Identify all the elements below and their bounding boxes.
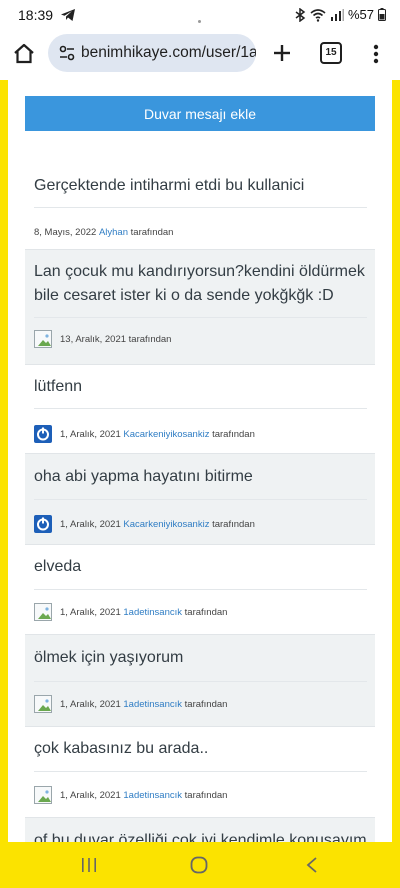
signal-icon — [330, 8, 344, 21]
tab-switcher-button[interactable]: 15 — [320, 42, 342, 64]
message-meta: 1, Aralık, 2021 Kacarkeniyikosankiz tara… — [34, 515, 255, 533]
wall-message: lütfenn 1, Aralık, 2021 Kacarkeniyikosan… — [25, 365, 375, 454]
by-label: tarafından — [212, 428, 255, 440]
divider — [34, 207, 367, 208]
message-date: 13, Aralık, 2021 — [60, 333, 127, 345]
divider — [34, 317, 367, 318]
divider — [34, 681, 367, 682]
broken-image-icon[interactable] — [34, 786, 52, 804]
page-frame: Duvar mesajı ekle Gerçektende intiharmi … — [0, 80, 400, 842]
site-settings-icon[interactable] — [58, 44, 76, 62]
by-label: tarafından — [212, 518, 255, 530]
message-text: oha abi yapma hayatını bitirme — [34, 468, 253, 485]
message-text: lütfenn — [34, 378, 83, 395]
battery-icon — [378, 8, 386, 21]
message-meta: 1, Aralık, 2021 1adetinsancık tarafından — [34, 786, 227, 804]
home-icon[interactable] — [12, 42, 36, 66]
clock: 18:39 — [18, 7, 54, 23]
author-link[interactable]: 1adetinsancık — [123, 790, 182, 801]
recent-apps-icon[interactable] — [80, 857, 98, 873]
battery-percent: %57 — [347, 7, 374, 22]
divider — [34, 589, 367, 590]
message-text: çok kabasınız bu arada.. — [34, 740, 209, 757]
message-meta: 1, Aralık, 2021 1adetinsancık tarafından — [34, 695, 227, 713]
message-date: 1, Aralık, 2021 — [60, 789, 121, 801]
status-bar: 18:39 %57 — [0, 0, 400, 32]
system-nav-bar — [0, 842, 400, 888]
message-date: 1, Aralık, 2021 — [60, 698, 121, 710]
url-text[interactable]: benimhikaye.com/user/1ade — [81, 44, 256, 62]
by-label: tarafından — [130, 227, 174, 238]
bluetooth-icon — [295, 7, 306, 22]
message-meta: 8, Mayıs, 2022 Alyhan tarafından — [34, 227, 173, 238]
divider — [34, 499, 367, 500]
camera-dot — [198, 20, 201, 23]
author-link[interactable]: Kacarkeniyikosankiz — [123, 429, 209, 440]
author-link[interactable]: 1adetinsancık — [123, 607, 182, 618]
by-label: tarafından — [184, 606, 228, 618]
wall-message: oha abi yapma hayatını bitirme 1, Aralık… — [25, 454, 375, 545]
message-meta: 1, Aralık, 2021 1adetinsancık tarafından — [34, 603, 227, 621]
message-date: 1, Aralık, 2021 — [60, 518, 121, 530]
message-meta: 13, Aralık, 2021 tarafından — [34, 330, 171, 348]
divider — [34, 771, 367, 772]
message-text: of bu duvar özelliği çok iyi kendimle ko… — [34, 832, 367, 842]
by-label: tarafından — [184, 789, 228, 801]
by-label: tarafından — [184, 698, 228, 710]
author-link[interactable]: Kacarkeniyikosankiz — [123, 519, 209, 530]
wall-message: Lan çocuk mu kandırıyorsun?kendini öldür… — [25, 250, 375, 365]
home-nav-icon[interactable] — [190, 856, 208, 874]
wall-content: Duvar mesajı ekle Gerçektende intiharmi … — [8, 80, 392, 842]
by-label: tarafından — [128, 333, 172, 345]
address-bar[interactable]: benimhikaye.com/user/1ade — [48, 34, 256, 72]
telegram-icon — [61, 9, 75, 21]
more-menu-icon[interactable] — [368, 42, 384, 66]
broken-image-icon[interactable] — [34, 603, 52, 621]
author-link[interactable]: Alyhan — [99, 227, 128, 238]
divider — [34, 408, 367, 409]
power-icon[interactable] — [34, 425, 52, 443]
wifi-icon — [310, 8, 326, 22]
message-date: 1, Aralık, 2021 — [60, 606, 121, 618]
author-link[interactable]: 1adetinsancık — [123, 699, 182, 710]
message-date: 8, Mayıs, 2022 — [34, 227, 97, 238]
power-icon[interactable] — [34, 515, 52, 533]
browser-toolbar: benimhikaye.com/user/1ade 15 — [0, 32, 400, 76]
message-date: 1, Aralık, 2021 — [60, 428, 121, 440]
message-text: elveda — [34, 558, 82, 575]
broken-image-icon[interactable] — [34, 330, 52, 348]
wall-message: Gerçektende intiharmi etdi bu kullanici … — [25, 150, 375, 250]
back-icon[interactable] — [305, 856, 319, 874]
wall-message: elveda 1, Aralık, 2021 1adetinsancık tar… — [25, 545, 375, 635]
wall-message: of bu duvar özelliği çok iyi kendimle ko… — [25, 818, 375, 842]
message-meta: 1, Aralık, 2021 Kacarkeniyikosankiz tara… — [34, 425, 255, 443]
wall-message: ölmek için yaşıyorum 1, Aralık, 2021 1ad… — [25, 635, 375, 727]
message-text: Gerçektende intiharmi etdi bu kullanici — [34, 177, 305, 194]
message-text: ölmek için yaşıyorum — [34, 649, 184, 666]
message-text: Lan çocuk mu kandırıyorsun?kendini öldür… — [34, 263, 365, 304]
new-tab-icon[interactable] — [270, 41, 294, 65]
wall-message: çok kabasınız bu arada.. 1, Aralık, 2021… — [25, 727, 375, 818]
add-wall-message-button[interactable]: Duvar mesajı ekle — [25, 96, 375, 131]
broken-image-icon[interactable] — [34, 695, 52, 713]
